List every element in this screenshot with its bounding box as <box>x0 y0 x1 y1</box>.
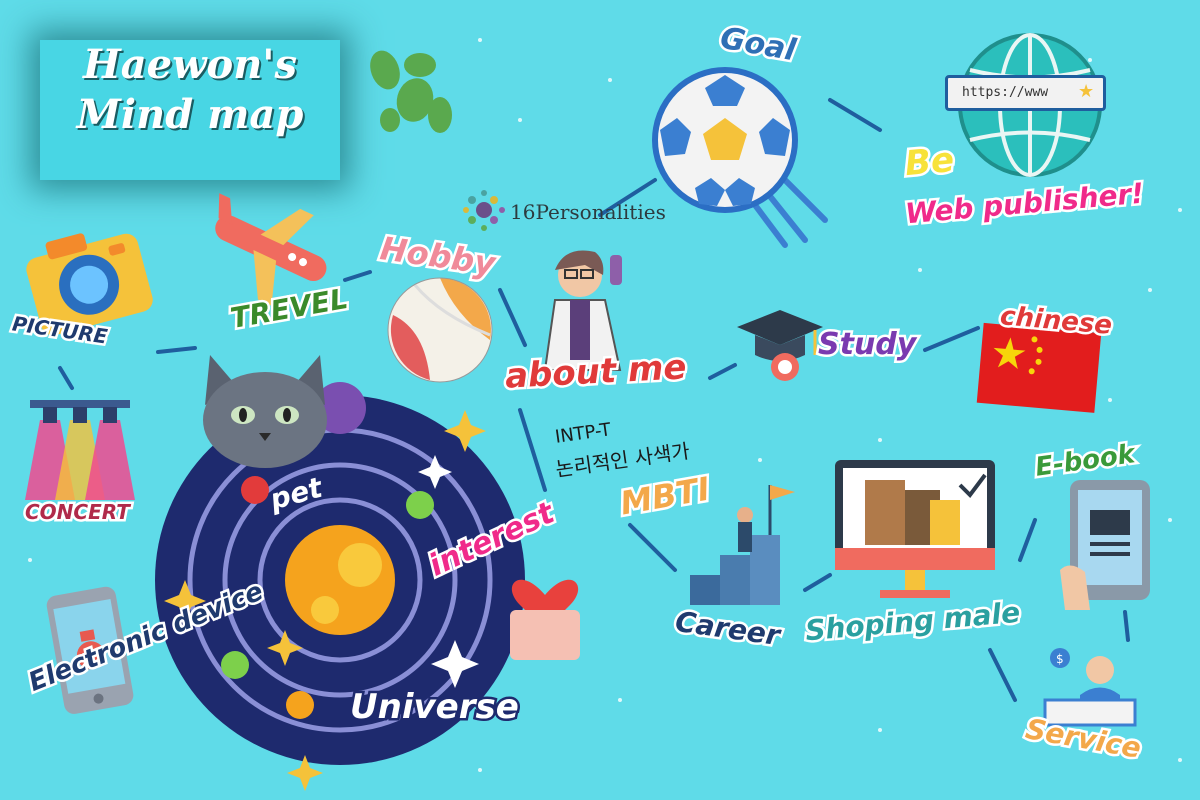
soccer-ball-icon <box>652 67 828 248</box>
beach-ball-icon <box>387 277 493 383</box>
shopping-monitor-icon <box>835 460 995 598</box>
personalities-logo-text: 16Personalities <box>510 200 666 224</box>
url-bar: https://www ★ <box>945 75 1106 111</box>
universe-label: Universe <box>348 687 522 727</box>
camera-icon <box>26 233 153 336</box>
connector-study <box>708 363 737 380</box>
personalities-logo-icon <box>463 190 505 231</box>
heart-gift-icon <box>510 579 580 660</box>
about-me-label: about me <box>502 345 690 399</box>
connector-chinese <box>923 326 980 352</box>
graduation-cap-icon <box>737 310 823 381</box>
study-label: Study <box>815 327 918 362</box>
spotlight-icon <box>25 400 135 500</box>
connector-web <box>828 98 882 132</box>
star-icon: ★ <box>1078 81 1095 102</box>
cat-icon <box>203 355 327 468</box>
connector-concert <box>58 366 74 390</box>
url-text: https://www <box>962 85 1049 100</box>
connector-ebook <box>1018 518 1037 562</box>
connector-service-2 <box>1123 610 1130 642</box>
connector-shop <box>803 573 832 592</box>
concert-label: CONCERT <box>23 500 133 525</box>
connector-picture <box>156 346 197 354</box>
svg-text:$: $ <box>1056 652 1064 666</box>
connector-hobby <box>498 288 527 347</box>
be-label: Be <box>901 137 958 186</box>
tablet-ebook-icon <box>1060 480 1150 610</box>
connector-career <box>628 523 677 572</box>
connector-travel <box>343 270 372 282</box>
connector-service <box>988 648 1017 702</box>
leaf-icon <box>370 50 452 133</box>
